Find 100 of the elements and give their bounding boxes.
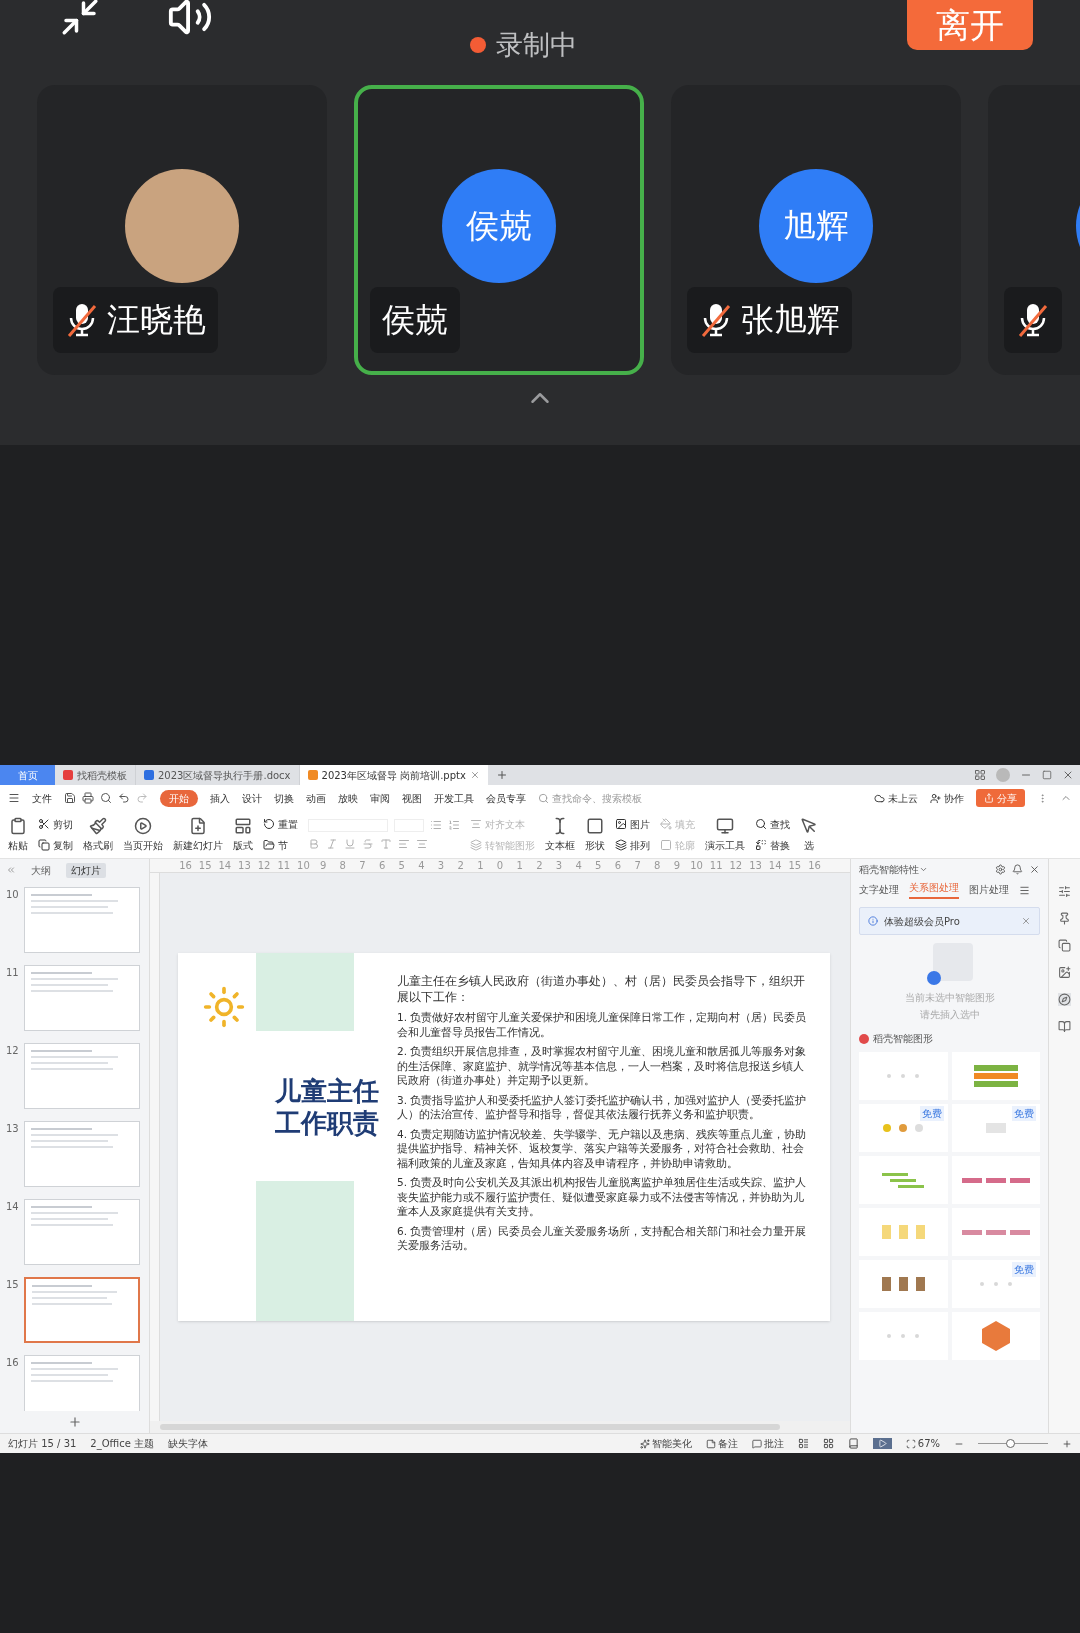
scrollbar[interactable]	[160, 1424, 780, 1430]
zoom-in-icon[interactable]	[1062, 1438, 1072, 1449]
reading-view-icon[interactable]	[847, 1438, 859, 1449]
ribbon-button[interactable]: 替换	[755, 837, 790, 853]
font-color-icon[interactable]	[380, 838, 392, 850]
beautify-button[interactable]: 智能美化	[639, 1436, 692, 1451]
template-tile[interactable]	[859, 1312, 948, 1360]
ribbon-button[interactable]: 当页开始	[123, 816, 163, 853]
template-tile[interactable]	[859, 1208, 948, 1256]
zoom-level[interactable]: 67%	[905, 1436, 940, 1451]
template-tile[interactable]	[859, 1052, 948, 1100]
menu-item[interactable]: 开发工具	[434, 790, 474, 806]
panel-tab[interactable]: 大纲	[26, 862, 56, 878]
settings-icon[interactable]	[995, 863, 1006, 875]
template-tile[interactable]: 免费	[951, 1104, 1040, 1152]
menu-item[interactable]: 设计	[242, 790, 262, 806]
close-icon[interactable]	[469, 770, 480, 780]
pin-icon[interactable]	[1058, 912, 1071, 925]
numbering-icon[interactable]	[448, 819, 460, 831]
ribbon-button[interactable]: 节	[263, 837, 298, 853]
account-avatar[interactable]	[996, 768, 1010, 782]
menu-item[interactable]: 会员专享	[486, 790, 526, 806]
menu-item[interactable]: 放映	[338, 790, 358, 806]
bell-icon[interactable]	[1012, 863, 1023, 875]
panel-tab[interactable]: 幻灯片	[66, 862, 106, 878]
slide-thumbnail[interactable]	[24, 1199, 140, 1265]
collaborate-link[interactable]: 协作	[930, 790, 964, 806]
ribbon-button[interactable]: 粘贴	[8, 816, 28, 853]
participant-card[interactable]: 旭辉 张旭辉	[671, 85, 961, 375]
new-tab-icon[interactable]	[495, 769, 508, 781]
align-left-icon[interactable]	[398, 838, 410, 850]
ribbon-button[interactable]: 形状	[585, 816, 605, 853]
comments-button[interactable]: 批注	[751, 1436, 784, 1451]
menu-item[interactable]: 插入	[210, 790, 230, 806]
pro-banner[interactable]: 体验超级会员Pro	[859, 907, 1040, 935]
document-tab[interactable]: 首页	[0, 765, 55, 785]
template-tile[interactable]: 免费	[859, 1104, 948, 1152]
zoom-slider-thumb[interactable]	[1005, 1439, 1015, 1448]
menu-icon[interactable]	[8, 792, 20, 804]
redo-icon[interactable]	[136, 792, 148, 804]
menu-item[interactable]: 视图	[402, 790, 422, 806]
ribbon-button[interactable]: 演示工具	[705, 816, 745, 853]
panel-title[interactable]: 稻壳智能特性	[859, 861, 919, 877]
image-icon[interactable]	[1058, 966, 1071, 979]
grid-icon[interactable]	[974, 769, 986, 781]
ribbon-button[interactable]: 选	[800, 816, 818, 853]
template-tile[interactable]	[859, 1260, 948, 1308]
panel-tab[interactable]: 图片处理	[969, 882, 1009, 899]
ribbon-button[interactable]: 格式刷	[83, 816, 113, 853]
add-slide-icon[interactable]	[67, 1415, 82, 1429]
ribbon-button[interactable]: 查找	[755, 816, 790, 832]
italic-icon[interactable]	[326, 838, 338, 850]
menu-icon[interactable]	[1019, 885, 1030, 896]
close-icon[interactable]	[1021, 916, 1031, 926]
document-tab[interactable]: 2023年区域督导 岗前培训.pptx	[299, 765, 488, 785]
template-tile[interactable]	[859, 1156, 948, 1204]
slide-thumbnail[interactable]	[24, 1121, 140, 1187]
panel-tab[interactable]: 文字处理	[859, 882, 899, 899]
menu-item[interactable]: 文件	[32, 790, 52, 806]
print-icon[interactable]	[82, 792, 94, 804]
play-button[interactable]	[872, 1438, 892, 1449]
book-icon[interactable]	[1058, 1020, 1071, 1033]
participant-card[interactable]: 汪晓艳	[37, 85, 327, 375]
slide-thumbnail[interactable]	[24, 1043, 140, 1109]
save-icon[interactable]	[64, 792, 76, 804]
ribbon-button[interactable]: 文本框	[545, 816, 575, 853]
template-tile[interactable]: 免费	[951, 1260, 1040, 1308]
participant-card[interactable]: 侯兢 侯兢	[354, 85, 644, 375]
preview-icon[interactable]	[100, 792, 112, 804]
slide-thumbnail[interactable]	[24, 887, 140, 953]
strikethrough-icon[interactable]	[362, 838, 374, 850]
menu-item[interactable]: 动画	[306, 790, 326, 806]
slide-thumbnail[interactable]	[24, 1355, 140, 1411]
template-tile[interactable]	[951, 1052, 1040, 1100]
ribbon-button[interactable]: 版式	[233, 816, 253, 853]
menu-item[interactable]: 审阅	[370, 790, 390, 806]
copy-icon[interactable]	[1058, 939, 1071, 952]
ribbon-button[interactable]: 图片	[615, 816, 650, 832]
notes-button[interactable]: 备注	[705, 1436, 738, 1451]
ribbon-button[interactable]: 重置	[263, 816, 298, 832]
slide-thumbnail[interactable]	[24, 965, 140, 1031]
sliders-icon[interactable]	[1058, 885, 1071, 898]
template-tile[interactable]	[951, 1312, 1040, 1360]
close-icon[interactable]	[1029, 863, 1040, 875]
ribbon-button[interactable]: 剪切	[38, 816, 73, 832]
ribbon-button[interactable]: 新建幻灯片	[173, 816, 223, 853]
slide-thumbnail[interactable]	[24, 1277, 140, 1343]
underline-icon[interactable]	[344, 838, 356, 850]
compass-icon[interactable]	[1058, 993, 1071, 1006]
normal-view-icon[interactable]	[797, 1438, 809, 1449]
sorter-view-icon[interactable]	[822, 1438, 834, 1449]
ribbon-button[interactable]: 排列	[615, 837, 650, 853]
align-center-icon[interactable]	[416, 838, 428, 850]
collapse-panel-icon[interactable]	[6, 865, 16, 875]
ribbon-button[interactable]: 复制	[38, 837, 73, 853]
cloud-status[interactable]: 未上云	[874, 790, 918, 806]
template-tile[interactable]	[951, 1156, 1040, 1204]
bullets-icon[interactable]	[430, 819, 442, 831]
bold-icon[interactable]	[308, 838, 320, 850]
missing-font-button[interactable]: 缺失字体	[168, 1436, 209, 1451]
